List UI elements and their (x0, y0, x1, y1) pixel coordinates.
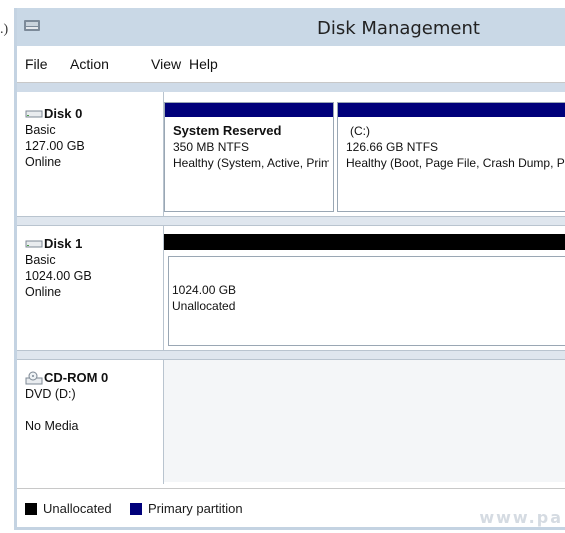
disk-0-type: Basic (25, 123, 56, 137)
partition-size: 1024.00 GB (172, 283, 237, 297)
partition-name: System Reserved (173, 123, 282, 138)
title-bar: Disk Management (17, 8, 565, 46)
disk-1-type: Basic (25, 253, 56, 267)
menu-file[interactable]: File (25, 56, 48, 72)
partition-size: 350 MB NTFS (173, 140, 250, 154)
menu-view[interactable]: View (151, 56, 181, 72)
disk-0-partitions: System Reserved 350 MB NTFS Healthy (Sys… (164, 102, 565, 214)
primary-swatch (130, 502, 142, 515)
cd-rom-0-status: No Media (25, 419, 79, 433)
menu-help[interactable]: Help (189, 56, 218, 72)
primary-partition-bar (165, 103, 333, 117)
disk-1-partitions: 1024.00 GB Unallocated (164, 234, 565, 350)
partition-c-drive[interactable]: (C:) 126.66 GB NTFS Healthy (Boot, Page … (337, 102, 565, 212)
disk-0-status: Online (25, 155, 62, 169)
legend-bar: Unallocated Primary partition www.pa (17, 488, 565, 527)
hard-disk-icon (25, 240, 43, 248)
partition-status: Healthy (Boot, Page File, Crash Dump, Pr… (346, 156, 565, 170)
primary-partition-bar (338, 103, 565, 117)
disk-list-pane: Disk 0 Basic 127.00 GB Online System Res… (17, 92, 565, 527)
disk-1-size: 1024.00 GB (25, 269, 92, 283)
legend-unallocated-label: Unallocated (43, 501, 112, 516)
disk-1-status: Online (25, 285, 62, 299)
cd-rom-0-type: DVD (D:) (25, 387, 76, 401)
cd-rom-empty-area[interactable] (164, 360, 565, 482)
menu-action[interactable]: Action (70, 56, 109, 72)
legend-primary: Primary partition (130, 501, 243, 516)
watermark: www.pa (479, 508, 563, 527)
hard-disk-icon (25, 110, 43, 118)
cd-rom-0-name: CD-ROM 0 (44, 370, 109, 385)
window-title: Disk Management (317, 18, 480, 39)
row-separator (17, 216, 565, 226)
disk-1-info[interactable]: Disk 1 Basic 1024.00 GB Online (25, 236, 163, 300)
partition-name: (C:) (350, 124, 370, 138)
partition-size: 126.66 GB NTFS (346, 140, 439, 154)
disk-0-name: Disk 0 (44, 106, 83, 121)
unallocated-swatch (25, 502, 37, 515)
cd-rom-icon (25, 371, 43, 385)
disk-0-info[interactable]: Disk 0 Basic 127.00 GB Online (25, 106, 163, 170)
partition-system-reserved[interactable]: System Reserved 350 MB NTFS Healthy (Sys… (164, 102, 334, 212)
legend-primary-label: Primary partition (148, 501, 243, 516)
cut-label: .) (0, 22, 9, 37)
cd-rom-0-info[interactable]: CD-ROM 0 DVD (D:) No Media (25, 370, 163, 434)
row-separator (17, 350, 565, 360)
disk-management-window: Disk Management File Action View Help Di… (14, 8, 565, 530)
disk-management-icon[interactable] (23, 18, 41, 34)
partition-status: Healthy (System, Active, Primary Partiti… (173, 156, 329, 170)
unallocated-bar (164, 234, 565, 250)
cd-rom-0-media (164, 360, 565, 482)
disk-0-size: 127.00 GB (25, 139, 85, 153)
disk-1-name: Disk 1 (44, 236, 83, 251)
partition-status: Unallocated (172, 299, 236, 313)
menu-bar: File Action View Help (17, 46, 565, 83)
legend-unallocated: Unallocated (25, 501, 112, 516)
partition-unallocated[interactable]: 1024.00 GB Unallocated (164, 234, 565, 348)
